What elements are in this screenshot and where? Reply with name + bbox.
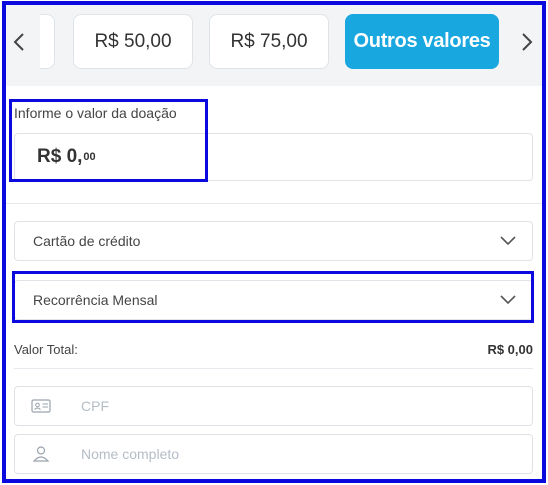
highlight-outer-frame (2, 1, 546, 483)
